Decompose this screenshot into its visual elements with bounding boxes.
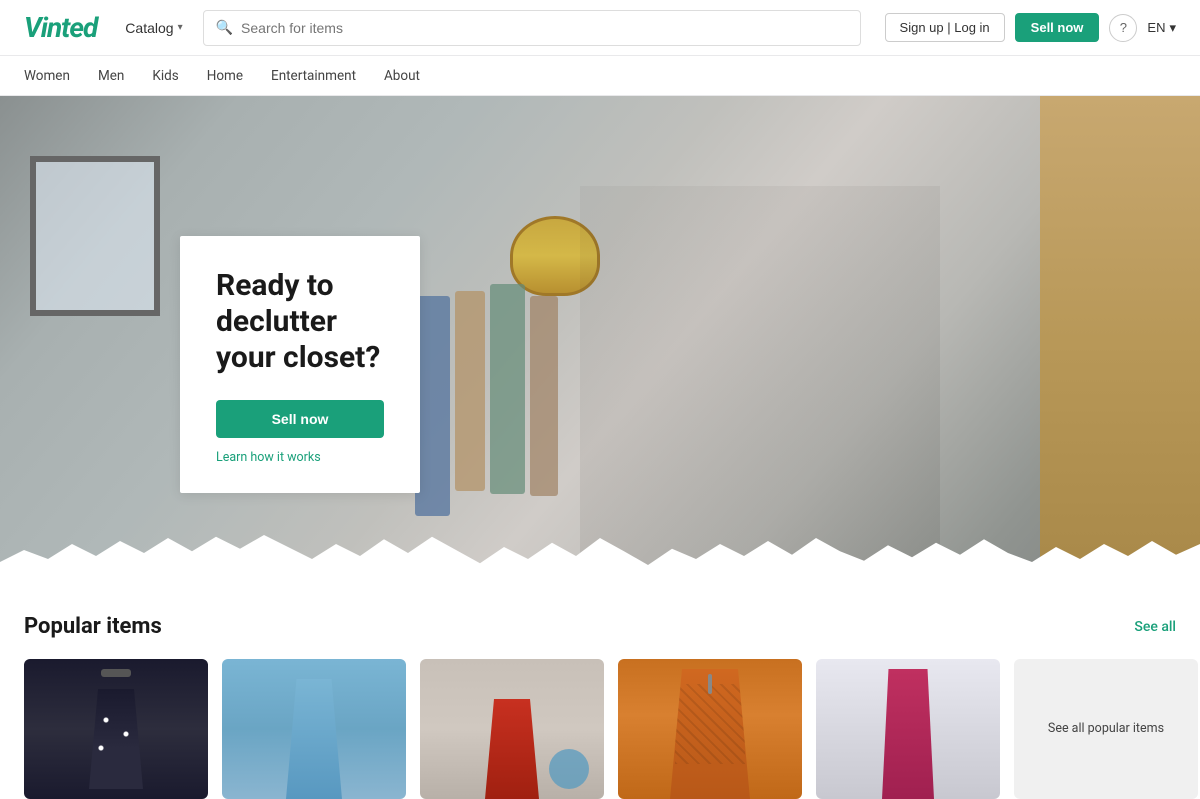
search-input[interactable] [241,20,848,36]
popular-title: Popular items [24,614,162,639]
learn-how-link[interactable]: Learn how it works [216,450,384,465]
popular-item-4[interactable] [618,659,802,799]
popular-item-2[interactable] [222,659,406,799]
header: Vinted Catalog ▾ 🔍 Sign up | Log in Sell… [0,0,1200,56]
help-button[interactable]: ? [1109,14,1137,42]
dress-shape-3 [482,699,542,799]
sell-now-button[interactable]: Sell now [1015,13,1100,42]
popular-item-1[interactable] [24,659,208,799]
clothes-item-4 [490,284,525,494]
nav-item-kids[interactable]: Kids [152,68,178,84]
dress-shape-1 [86,689,146,789]
decor-circle [549,749,589,789]
dress-shape-2 [279,679,349,799]
floral-pattern [91,699,141,769]
dress-shape-4 [670,669,750,799]
nav-item-men[interactable]: Men [98,68,124,84]
shelf-decoration [1040,96,1200,586]
see-all-popular-card[interactable]: See all popular items [1014,659,1198,799]
language-button[interactable]: EN ▾ [1147,20,1176,36]
header-right: Sign up | Log in Sell now ? EN ▾ [885,13,1176,42]
items-grid: See all popular items [24,659,1176,799]
chevron-down-icon: ▾ [1169,20,1176,36]
hanger-hook [708,674,712,694]
person-area [580,186,940,586]
nav-item-home[interactable]: Home [207,68,243,84]
catalog-label: Catalog [125,20,173,36]
clothes-item-3 [455,291,485,491]
pattern-overlay [675,684,745,764]
clothes-item-5 [530,296,558,496]
popular-items-section: Popular items See all [0,586,1200,799]
hero-card: Ready to declutter your closet? Sell now… [180,236,420,493]
clothes-item-2 [415,296,450,516]
hero-section: Ready to declutter your closet? Sell now… [0,96,1200,586]
dress-shape-5 [876,669,941,799]
language-label: EN [1147,20,1165,35]
window-decoration [30,156,160,316]
see-all-popular-label: See all popular items [1032,704,1180,755]
search-bar: 🔍 [203,10,861,46]
search-icon: 🔍 [216,20,233,36]
chevron-down-icon: ▾ [178,22,183,33]
sign-up-login-button[interactable]: Sign up | Log in [885,13,1005,42]
nav-item-entertainment[interactable]: Entertainment [271,68,356,84]
popular-item-3[interactable] [420,659,604,799]
hanger-bar [101,669,131,677]
nav-item-women[interactable]: Women [24,68,70,84]
logo[interactable]: Vinted [24,11,97,44]
catalog-button[interactable]: Catalog ▾ [117,16,190,40]
see-all-button[interactable]: See all [1134,619,1176,635]
popular-header: Popular items See all [24,614,1176,639]
popular-item-5[interactable] [816,659,1000,799]
hero-sell-button[interactable]: Sell now [216,400,384,438]
hero-title: Ready to declutter your closet? [216,268,384,376]
main-nav: Women Men Kids Home Entertainment About [0,56,1200,96]
question-mark-icon: ? [1120,20,1127,35]
nav-item-about[interactable]: About [384,68,420,84]
